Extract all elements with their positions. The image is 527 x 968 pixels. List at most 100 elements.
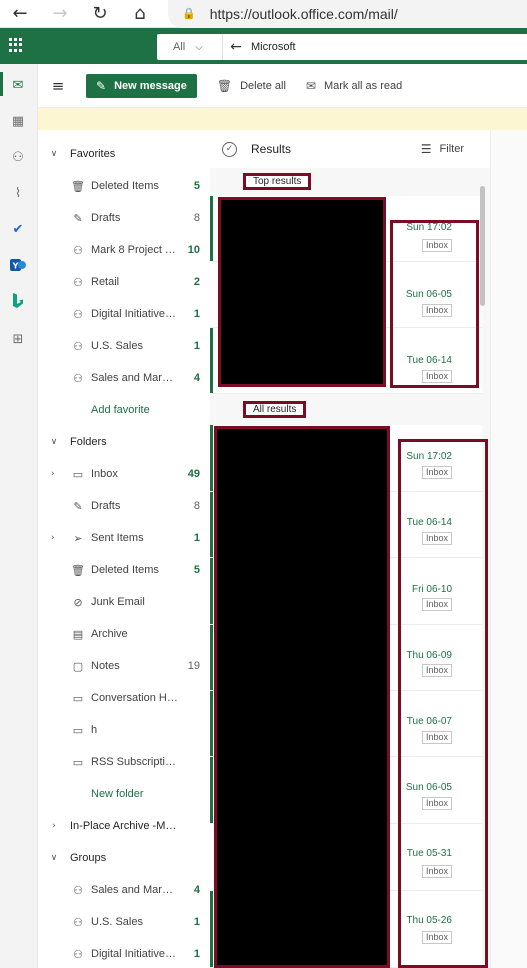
unread-indicator (210, 425, 213, 491)
unread-count: 1 (193, 308, 200, 320)
favorite-drafts[interactable]: ✎ Drafts 8 (38, 202, 210, 234)
folder-deleted-items[interactable]: 🗑 Deleted Items 5 (38, 554, 210, 586)
hamburger-menu-icon[interactable]: ≡ (38, 77, 78, 95)
favorite-us-sales[interactable]: ⚇ U.S. Sales 1 (38, 330, 210, 362)
unread-indicator (210, 558, 213, 624)
notification-bar (38, 108, 527, 130)
archive-header[interactable]: › In-Place Archive -Megan Bowen (38, 810, 210, 842)
folder-icon: ▭ (72, 691, 84, 705)
mark-all-read-button[interactable]: ✉ Mark all as read (306, 79, 402, 93)
new-folder-label: New folder (91, 788, 144, 800)
group-us-sales[interactable]: ⚇ U.S. Sales 1 (38, 906, 210, 938)
chevron-right-icon[interactable]: › (51, 533, 55, 543)
folder-h[interactable]: ▭ h (38, 714, 210, 746)
chevron-right-icon: › (52, 821, 56, 831)
mark-all-read-label: Mark all as read (323, 79, 403, 92)
forward-icon[interactable]: → (40, 0, 80, 28)
results-scrollbar[interactable] (480, 186, 485, 306)
chevron-down-icon: ∨ (50, 853, 58, 863)
more-apps-icon[interactable]: ⊞ (9, 330, 27, 348)
folders-title: Folders (70, 436, 107, 448)
attachment-icon[interactable]: ⌇ (9, 184, 27, 202)
filter-icon: ☰ (420, 142, 432, 156)
select-all-icon[interactable]: ✓ (222, 141, 237, 157)
reading-pane (490, 130, 527, 968)
groups-header[interactable]: ∨ Groups (38, 842, 210, 874)
home-icon[interactable]: ⌂ (120, 0, 160, 28)
chevron-down-icon: ∨ (50, 437, 58, 447)
address-bar[interactable]: 🔒 https://outlook.office.com/mail/ (168, 0, 527, 28)
lock-icon: 🔒 (182, 7, 196, 20)
bing-icon[interactable] (9, 292, 27, 310)
mail-icon[interactable]: ✉ (9, 76, 27, 94)
unread-indicator (210, 625, 213, 690)
compose-icon: ✎ (96, 78, 107, 93)
chevron-right-icon[interactable]: › (51, 469, 55, 479)
item-count: 19 (187, 660, 200, 672)
folder-label: U.S. Sales (91, 340, 143, 352)
favorites-header[interactable]: ∨ Favorites (38, 138, 210, 170)
new-message-button[interactable]: ✎ New message (86, 73, 197, 98)
results-title: Results (251, 142, 292, 156)
folder-archive[interactable]: ▤ Archive (38, 618, 210, 650)
filter-button[interactable]: ☰ Filter (421, 142, 464, 156)
command-bar: ≡ ✎ New message 🗑 Delete all ✉ Mark all … (38, 64, 527, 108)
folder-rss-subscriptions[interactable]: ▭ RSS Subscriptions (38, 746, 210, 778)
unread-indicator (210, 196, 213, 261)
back-icon[interactable]: ← (0, 0, 40, 28)
search-scope-dropdown[interactable]: All ⌵ (157, 34, 223, 60)
unread-count: 1 (193, 948, 200, 960)
folder-icon: ▭ (72, 723, 84, 737)
people-icon[interactable]: ⚇ (9, 148, 27, 166)
redacted-senders-all (214, 426, 390, 968)
folder-label: Retail (91, 276, 120, 288)
trash-icon: 🗑 (71, 563, 85, 577)
reload-icon[interactable]: ↻ (80, 0, 120, 28)
chevron-down-icon: ∨ (50, 149, 58, 159)
app-header: All ⌵ ← Microsoft (0, 28, 527, 64)
pencil-icon: ✎ (73, 211, 83, 225)
unread-count: 2 (193, 276, 200, 288)
group-sales-and-marketing[interactable]: ⚇ Sales and Marketing 4 (38, 874, 210, 906)
favorite-deleted-items[interactable]: 🗑 Deleted Items 5 (38, 170, 210, 202)
chevron-down-icon: ⌵ (195, 41, 203, 53)
folder-sent-items[interactable]: › ➢ Sent Items 1 (38, 522, 210, 554)
search-input[interactable]: Microsoft (251, 41, 296, 53)
folder-conversation-history[interactable]: ▭ Conversation History (38, 682, 210, 714)
todo-icon[interactable]: ✔ (9, 220, 27, 238)
unread-indicator (210, 328, 213, 393)
send-icon: ➢ (73, 531, 83, 545)
folder-junk-email[interactable]: ⊘ Junk Email (38, 586, 210, 618)
favorite-digital-initiative[interactable]: ⚇ Digital Initiative Public Relations 1 (38, 298, 210, 330)
unread-indicator (210, 757, 213, 823)
folder-label: Notes (91, 660, 120, 672)
yammer-icon[interactable]: Y (9, 256, 27, 274)
unread-count: 1 (193, 916, 200, 928)
annotation-box-top-dates (390, 220, 479, 388)
folder-label: Deleted Items (91, 564, 159, 576)
item-count: 8 (193, 212, 200, 224)
add-favorite-link[interactable]: Add favorite (38, 394, 210, 426)
folders-header[interactable]: ∨ Folders (38, 426, 210, 458)
search-scope-label: All (173, 41, 186, 53)
folder-notes[interactable]: ▢ Notes 19 (38, 650, 210, 682)
folder-label: RSS Subscriptions (91, 756, 178, 768)
new-folder-link[interactable]: New folder (38, 778, 210, 810)
favorite-sales-and-marketing[interactable]: ⚇ Sales and Marketing 4 (38, 362, 210, 394)
folder-inbox[interactable]: › ▭ Inbox 49 (38, 458, 210, 490)
group-digital-initiative[interactable]: ⚇ Digital Initiative Public Relations 1 (38, 938, 210, 968)
folder-drafts[interactable]: ✎ Drafts 8 (38, 490, 210, 522)
unread-count: 10 (187, 244, 200, 256)
results-header: ✓ Results ☰ Filter (210, 130, 490, 168)
calendar-icon[interactable]: ▦ (9, 112, 27, 130)
delete-all-label: Delete all (240, 79, 286, 92)
app-rail: ✉ ▦ ⚇ ⌇ ✔ Y ⊞ (0, 64, 38, 968)
app-launcher-icon[interactable] (9, 38, 23, 52)
favorite-mark8-project-team[interactable]: ⚇ Mark 8 Project Team 10 (38, 234, 210, 266)
exit-search-icon[interactable]: ← (223, 39, 249, 55)
new-message-label: New message (114, 79, 187, 92)
folder-pane: ∨ Favorites 🗑 Deleted Items 5 ✎ Drafts 8… (38, 130, 210, 968)
item-count: 8 (193, 500, 200, 512)
favorite-retail[interactable]: ⚇ Retail 2 (38, 266, 210, 298)
delete-all-button[interactable]: 🗑 Delete all (217, 79, 286, 93)
